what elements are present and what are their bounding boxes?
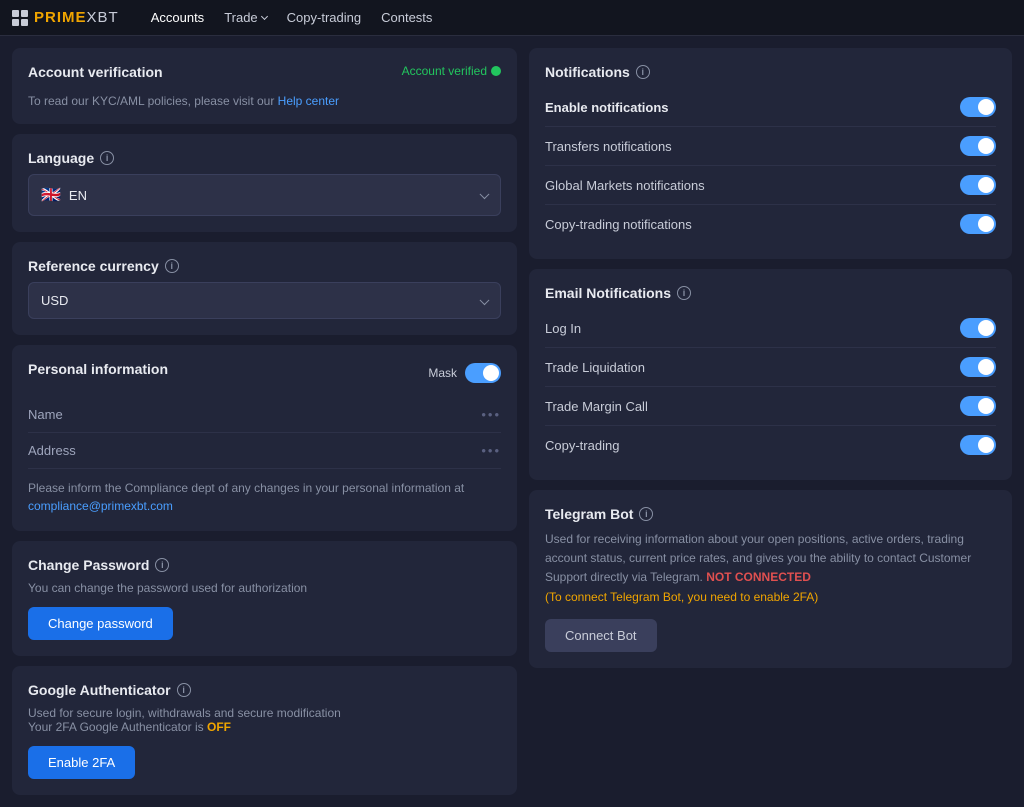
language-value: EN [69,188,87,203]
nav-links: Accounts Trade Copy-trading Contests [151,10,433,25]
language-select-wrapper: 🇬🇧 EN [28,174,501,216]
email-notif-label-0: Log In [545,321,581,336]
notif-label-2: Global Markets notifications [545,178,705,193]
currency-select[interactable]: USD [28,282,501,319]
reference-currency-card: Reference currency i USD [12,242,517,335]
nav-copy-trading[interactable]: Copy-trading [287,10,361,25]
email-notif-label-3: Copy-trading [545,438,619,453]
nav-trade[interactable]: Trade [224,10,266,25]
notif-label-0: Enable notifications [545,100,669,115]
not-connected-status: NOT CONNECTED [706,570,811,584]
notif-row-2: Global Markets notifications [545,166,996,205]
telegram-description: Used for receiving information about you… [545,530,996,607]
connect-bot-button[interactable]: Connect Bot [545,619,657,652]
notif-label-3: Copy-trading notifications [545,217,692,232]
email-notif-toggle-1[interactable] [960,357,996,377]
email-notif-info-icon[interactable]: i [677,286,691,300]
currency-info-icon[interactable]: i [165,259,179,273]
trade-chevron-icon [261,13,268,20]
mask-label: Mask [428,366,457,380]
connect-warning: (To connect Telegram Bot, you need to en… [545,590,818,604]
language-info-icon[interactable]: i [100,151,114,165]
email-notifications-card: Email Notifications i Log In Trade Liqui… [529,269,1012,480]
notif-toggle-2[interactable] [960,175,996,195]
notif-row-0: Enable notifications [545,88,996,127]
google-auth-info-icon[interactable]: i [177,683,191,697]
account-verification-card: Account verification Account verified To… [12,48,517,124]
google-auth-status: OFF [207,720,231,734]
language-select[interactable]: 🇬🇧 EN [28,174,501,216]
right-column: Notifications i Enable notifications Tra… [529,48,1012,795]
notif-toggle-1[interactable] [960,136,996,156]
email-notif-toggle-0[interactable] [960,318,996,338]
email-notif-row-1: Trade Liquidation [545,348,996,387]
navbar: PRIMEXBT Accounts Trade Copy-trading Con… [0,0,1024,36]
notif-row-3: Copy-trading notifications [545,205,996,243]
password-info-icon[interactable]: i [155,558,169,572]
currency-select-wrapper: USD [28,282,501,319]
notif-toggle-0[interactable] [960,97,996,117]
change-password-desc: You can change the password used for aut… [28,581,501,595]
nav-contests[interactable]: Contests [381,10,432,25]
name-row: Name ••• [28,397,501,433]
account-verified-header: Account verification Account verified [28,64,501,88]
language-title: Language i [28,150,501,166]
address-row: Address ••• [28,433,501,469]
verification-desc: To read our KYC/AML policies, please vis… [28,94,501,108]
google-auth-desc: Used for secure login, withdrawals and s… [28,706,501,734]
compliance-text: Please inform the Compliance dept of any… [28,479,501,515]
language-card: Language i 🇬🇧 EN [12,134,517,232]
logo-text: PRIMEXBT [34,9,119,26]
google-auth-title: Google Authenticator i [28,682,501,698]
help-center-link[interactable]: Help center [278,94,339,108]
nav-accounts[interactable]: Accounts [151,10,204,25]
notif-toggle-3[interactable] [960,214,996,234]
telegram-bot-card: Telegram Bot i Used for receiving inform… [529,490,1012,668]
mask-toggle[interactable] [465,363,501,383]
notifications-info-icon[interactable]: i [636,65,650,79]
change-password-title: Change Password i [28,557,501,573]
language-flag-icon: 🇬🇧 [41,185,61,205]
personal-info-header: Personal information Mask [28,361,501,385]
notif-label-1: Transfers notifications [545,139,672,154]
personal-information-card: Personal information Mask Name ••• Addre… [12,345,517,531]
personal-info-title: Personal information [28,361,168,377]
email-notifications-title: Email Notifications i [545,285,996,301]
telegram-bot-title: Telegram Bot i [545,506,996,522]
change-password-card: Change Password i You can change the pas… [12,541,517,656]
name-dots-icon[interactable]: ••• [481,407,501,422]
logo[interactable]: PRIMEXBT [12,9,119,26]
currency-chevron-icon [480,295,490,305]
reference-currency-title: Reference currency i [28,258,501,274]
email-notif-label-2: Trade Margin Call [545,399,648,414]
left-column: Account verification Account verified To… [12,48,517,795]
notifications-title: Notifications i [545,64,996,80]
mask-toggle-row: Mask [428,363,501,383]
email-notif-toggle-2[interactable] [960,396,996,416]
email-notif-label-1: Trade Liquidation [545,360,645,375]
address-dots-icon[interactable]: ••• [481,443,501,458]
verified-badge: Account verified [402,64,501,78]
email-notif-toggle-3[interactable] [960,435,996,455]
email-notif-row-2: Trade Margin Call [545,387,996,426]
account-verification-title: Account verification [28,64,163,80]
name-label: Name [28,407,63,422]
language-chevron-icon [480,189,490,199]
email-notif-row-3: Copy-trading [545,426,996,464]
currency-value: USD [41,293,68,308]
enable-2fa-button[interactable]: Enable 2FA [28,746,135,779]
grid-icon [12,10,28,26]
compliance-email-link[interactable]: compliance@primexbt.com [28,499,173,513]
main-content: Account verification Account verified To… [0,36,1024,807]
address-label: Address [28,443,76,458]
change-password-button[interactable]: Change password [28,607,173,640]
telegram-info-icon[interactable]: i [639,507,653,521]
verified-dot-icon [491,66,501,76]
email-notif-row-0: Log In [545,309,996,348]
notif-row-1: Transfers notifications [545,127,996,166]
notifications-card: Notifications i Enable notifications Tra… [529,48,1012,259]
